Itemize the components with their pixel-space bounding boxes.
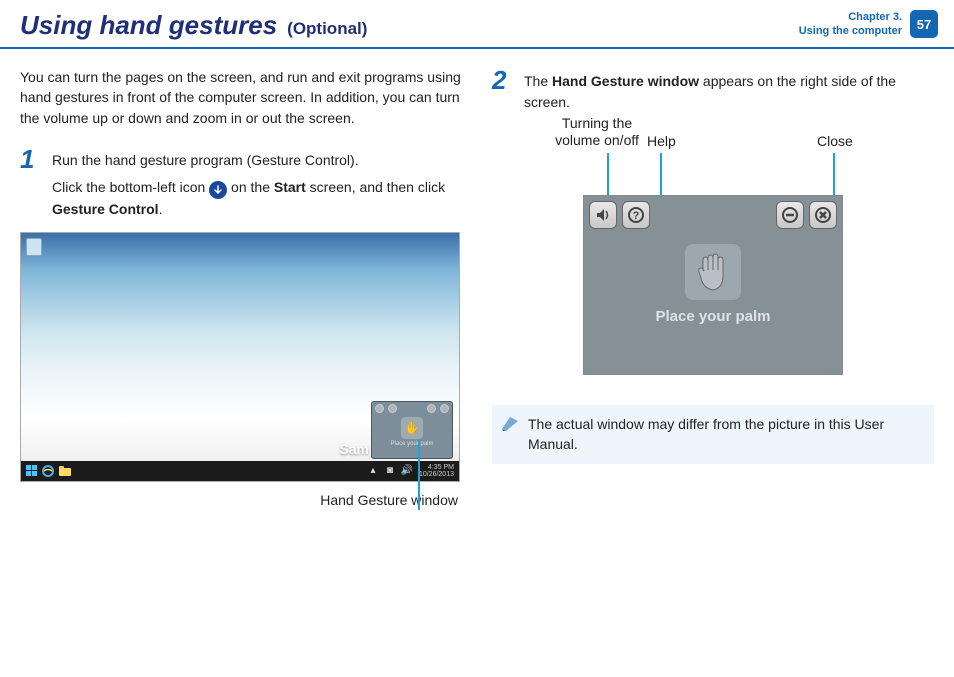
mini-spacer bbox=[401, 404, 423, 413]
chapter-group: Chapter 3. Using the computer 57 bbox=[799, 10, 938, 39]
page-subtitle: (Optional) bbox=[287, 19, 367, 39]
mini-close-icon bbox=[440, 404, 449, 413]
content-columns: You can turn the pages on the screen, an… bbox=[0, 67, 954, 508]
desktop-screenshot: Sam ✋ Place your palm bbox=[20, 232, 460, 482]
step1-mid2: screen, and then click bbox=[306, 179, 445, 195]
step-number: 2 bbox=[492, 67, 514, 113]
gc-bold: Gesture Control bbox=[52, 201, 159, 217]
volume-annotation: Turning the volume on/off bbox=[547, 115, 647, 149]
chapter-line2: Using the computer bbox=[799, 24, 902, 38]
desktop-caption: Hand Gesture window bbox=[20, 492, 462, 508]
network-icon: ◙ bbox=[383, 464, 397, 478]
page-title: Using hand gestures bbox=[20, 10, 277, 41]
step1-pre: Click the bottom-left icon bbox=[52, 179, 209, 195]
step-2: 2 The Hand Gesture window appears on the… bbox=[492, 67, 934, 113]
gesture-mini-window: ✋ Place your palm bbox=[371, 401, 453, 459]
chapter-line1: Chapter 3. bbox=[799, 10, 902, 24]
minimize-button[interactable] bbox=[776, 201, 804, 229]
callout-line bbox=[418, 440, 420, 510]
title-group: Using hand gestures (Optional) bbox=[20, 10, 367, 41]
mini-palm-text: Place your palm bbox=[390, 441, 433, 447]
intro-paragraph: You can turn the pages on the screen, an… bbox=[20, 67, 462, 128]
close-annotation: Close bbox=[817, 133, 853, 150]
help-annotation: Help bbox=[647, 133, 676, 150]
sound-icon: 🔊 bbox=[400, 464, 414, 478]
note-box: The actual window may differ from the pi… bbox=[492, 405, 934, 464]
desktop-figure-wrap: Sam ✋ Place your palm bbox=[20, 232, 462, 482]
right-column: 2 The Hand Gesture window appears on the… bbox=[492, 67, 934, 508]
start-bold: Start bbox=[274, 179, 306, 195]
mini-help-icon bbox=[388, 404, 397, 413]
palm-text: Place your palm bbox=[655, 308, 770, 325]
page-header: Using hand gestures (Optional) Chapter 3… bbox=[0, 0, 954, 47]
explorer-icon bbox=[58, 464, 72, 478]
step1-line1: Run the hand gesture program (Gesture Co… bbox=[52, 150, 462, 171]
step-number: 1 bbox=[20, 146, 42, 220]
left-column: You can turn the pages on the screen, an… bbox=[20, 67, 462, 508]
step-1: 1 Run the hand gesture program (Gesture … bbox=[20, 146, 462, 220]
step1-mid1: on the bbox=[227, 179, 274, 195]
note-icon bbox=[500, 415, 520, 431]
palm-area: Place your palm bbox=[584, 244, 842, 325]
mini-palm-icon: ✋ bbox=[401, 417, 423, 439]
toolbar-spacer bbox=[655, 201, 771, 229]
ie-icon bbox=[41, 464, 55, 478]
brand-text: Sam bbox=[339, 441, 369, 457]
svg-text:?: ? bbox=[633, 210, 640, 222]
help-button[interactable]: ? bbox=[622, 201, 650, 229]
gesture-toolbar: ? bbox=[584, 196, 842, 234]
mini-volume-icon bbox=[375, 404, 384, 413]
step2-bold: Hand Gesture window bbox=[552, 73, 699, 89]
start-icon bbox=[24, 464, 38, 478]
annotated-figure: Turning the volume on/off Help Close ? bbox=[492, 125, 934, 375]
tray-icon: ▴ bbox=[366, 464, 380, 478]
volume-button[interactable] bbox=[589, 201, 617, 229]
step2-body: The Hand Gesture window appears on the r… bbox=[524, 67, 934, 113]
step1-line2: Click the bottom-left icon on the Start … bbox=[52, 177, 462, 220]
taskbar: ▴ ◙ 🔊 4:35 PM10/26/2013 bbox=[21, 461, 459, 481]
gesture-window: ? Place your palm bbox=[583, 195, 843, 375]
step1-end: . bbox=[159, 201, 163, 217]
taskbar-clock: 4:35 PM10/26/2013 bbox=[417, 464, 456, 478]
header-divider bbox=[0, 47, 954, 49]
mini-minimize-icon bbox=[427, 404, 436, 413]
step2-pre: The bbox=[524, 73, 552, 89]
note-text: The actual window may differ from the pi… bbox=[528, 416, 884, 452]
chapter-label: Chapter 3. Using the computer bbox=[799, 10, 902, 39]
palm-icon bbox=[685, 244, 741, 300]
page-number-badge: 57 bbox=[910, 10, 938, 38]
close-button[interactable] bbox=[809, 201, 837, 229]
mini-toolbar bbox=[372, 404, 452, 413]
step-body: Run the hand gesture program (Gesture Co… bbox=[52, 146, 462, 220]
recycle-bin-icon bbox=[26, 238, 42, 256]
down-arrow-icon bbox=[209, 181, 227, 199]
